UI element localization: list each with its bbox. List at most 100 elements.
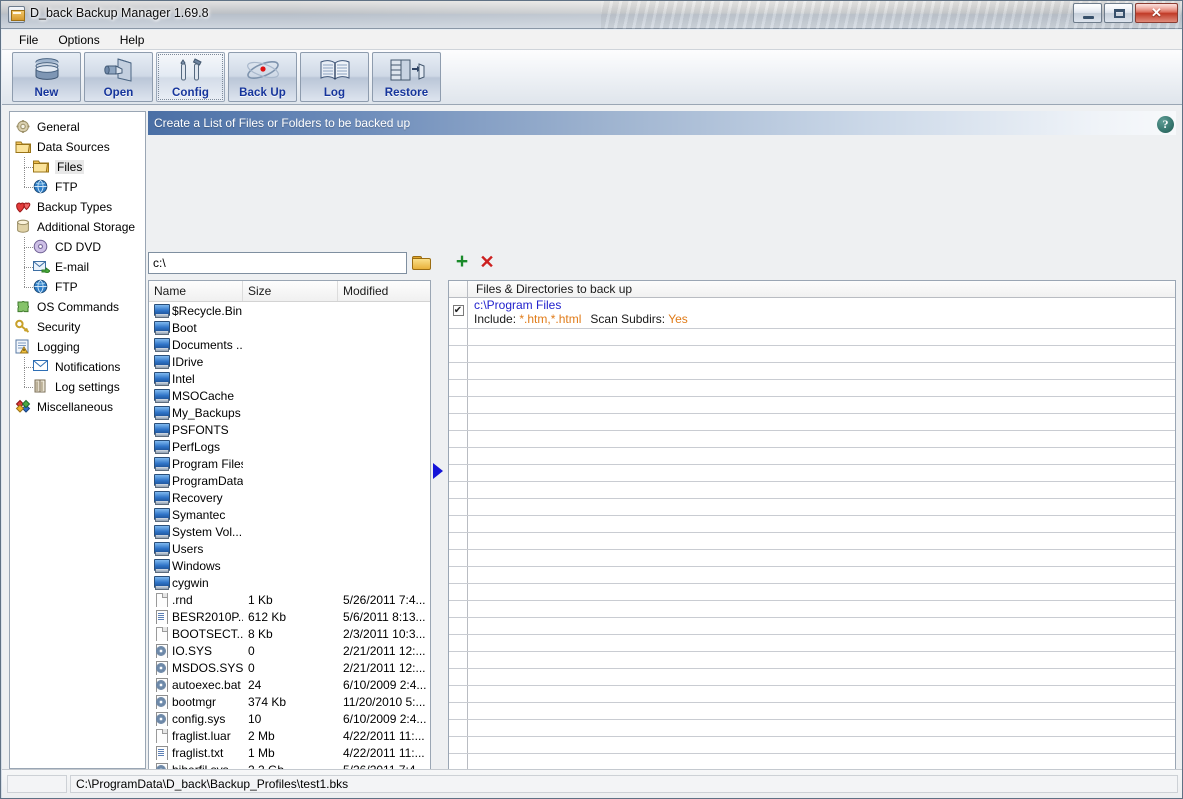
sidebar-label: FTP (55, 280, 78, 294)
file-row[interactable]: IO.SYS 0 2/21/2011 12:... (149, 642, 430, 659)
entry-checkbox[interactable]: ✔ (452, 305, 464, 316)
backup-empty-row[interactable] (449, 618, 1175, 635)
entry-checkbox-cell[interactable]: ✔ (449, 298, 468, 328)
backup-empty-row[interactable] (449, 431, 1175, 448)
path-input[interactable] (148, 252, 407, 274)
file-row[interactable]: MSOCache (149, 387, 430, 404)
toolbar-button-restore[interactable]: Restore (372, 52, 441, 102)
column-header-name[interactable]: Name (149, 281, 243, 301)
file-row[interactable]: Users (149, 540, 430, 557)
file-row[interactable]: fraglist.luar 2 Mb 4/22/2011 11:... (149, 727, 430, 744)
backup-empty-row[interactable] (449, 448, 1175, 465)
toolbar-button-config[interactable]: Config (156, 52, 225, 102)
backup-empty-row[interactable] (449, 601, 1175, 618)
close-button[interactable]: ✕ (1135, 3, 1178, 23)
backup-empty-row[interactable] (449, 414, 1175, 431)
backup-entry-row[interactable]: ✔ c:\Program Files Include: *.htm,*.html Sc… (449, 298, 1175, 329)
file-row[interactable]: Intel (149, 370, 430, 387)
transfer-right-button[interactable] (433, 463, 445, 479)
file-row[interactable]: Recovery (149, 489, 430, 506)
backup-empty-row[interactable] (449, 567, 1175, 584)
file-row[interactable]: MSDOS.SYS 0 2/21/2011 12:... (149, 659, 430, 676)
minimize-button[interactable] (1073, 3, 1102, 23)
sidebar-label: OS Commands (37, 300, 120, 314)
toolbar-button-backup[interactable]: Back Up (228, 52, 297, 102)
backup-items-grid[interactable]: Files & Directories to back up ✔ c:\Progr… (448, 280, 1176, 798)
file-row[interactable]: Boot (149, 319, 430, 336)
sidebar-item-miscellaneous[interactable]: Miscellaneous (10, 397, 145, 417)
backup-empty-row[interactable] (449, 584, 1175, 601)
file-name-cell: MSOCache (149, 389, 243, 403)
sidebar-item-security[interactable]: Security (10, 317, 145, 337)
file-row[interactable]: My_Backups (149, 404, 430, 421)
file-row[interactable]: BESR2010P... 612 Kb 5/6/2011 8:13... (149, 608, 430, 625)
file-row[interactable]: cygwin (149, 574, 430, 591)
backup-empty-row[interactable] (449, 737, 1175, 754)
backup-empty-row[interactable] (449, 465, 1175, 482)
backup-empty-row[interactable] (449, 380, 1175, 397)
maximize-button[interactable] (1104, 3, 1133, 23)
file-row[interactable]: IDrive (149, 353, 430, 370)
file-row[interactable]: System Vol... (149, 523, 430, 540)
add-button[interactable]: + (454, 251, 470, 272)
help-icon[interactable]: ? (1157, 116, 1174, 133)
file-row[interactable]: Windows (149, 557, 430, 574)
drive-folder-icon (154, 355, 170, 369)
sidebar-item-logging[interactable]: Logging (10, 337, 145, 357)
backup-empty-row[interactable] (449, 482, 1175, 499)
menu-item-options[interactable]: Options (49, 31, 108, 49)
column-header-modified[interactable]: Modified (338, 281, 430, 301)
backup-empty-row[interactable] (449, 397, 1175, 414)
column-header-size[interactable]: Size (243, 281, 338, 301)
backup-empty-row[interactable] (449, 499, 1175, 516)
sidebar-item-os-commands[interactable]: OS Commands (10, 297, 145, 317)
empty-checkbox-cell (449, 720, 468, 736)
file-row[interactable]: PSFONTS (149, 421, 430, 438)
backup-empty-row[interactable] (449, 516, 1175, 533)
toolbar-button-log[interactable]: Log (300, 52, 369, 102)
backup-empty-row[interactable] (449, 652, 1175, 669)
file-icon (154, 729, 168, 743)
toolbar-button-new[interactable]: New (12, 52, 81, 102)
empty-checkbox-cell (449, 363, 468, 379)
file-row[interactable]: Symantec (149, 506, 430, 523)
backup-empty-row[interactable] (449, 635, 1175, 652)
backup-grid-body: ✔ c:\Program Files Include: *.htm,*.html Sc… (449, 298, 1175, 798)
file-row[interactable]: config.sys 10 6/10/2009 2:4... (149, 710, 430, 727)
drum-storage-icon (15, 219, 32, 235)
backup-empty-row[interactable] (449, 669, 1175, 686)
file-browser-list[interactable]: Name Size Modified $Recycle.Bin Boot Docum… (148, 280, 431, 798)
tree-connector (24, 187, 33, 188)
file-row[interactable]: PerfLogs (149, 438, 430, 455)
backup-empty-row[interactable] (449, 363, 1175, 380)
file-row[interactable]: Documents ... (149, 336, 430, 353)
file-size-cell: 374 Kb (248, 694, 287, 709)
file-row[interactable]: ProgramData (149, 472, 430, 489)
globe-icon (33, 279, 50, 295)
menu-item-help[interactable]: Help (111, 31, 154, 49)
sidebar-item-general[interactable]: General (10, 117, 145, 137)
backup-empty-row[interactable] (449, 720, 1175, 737)
backup-empty-row[interactable] (449, 346, 1175, 363)
file-row[interactable]: Program Files (149, 455, 430, 472)
backup-empty-row[interactable] (449, 686, 1175, 703)
remove-button[interactable]: ✕ (479, 253, 495, 271)
sidebar-item-data-sources[interactable]: Data Sources (10, 137, 145, 157)
folder-open-icon[interactable] (412, 254, 431, 271)
backup-empty-row[interactable] (449, 703, 1175, 720)
file-row[interactable]: fraglist.txt 1 Mb 4/22/2011 11:... (149, 744, 430, 761)
sidebar-item-backup-types[interactable]: Backup Types (10, 197, 145, 217)
file-row[interactable]: BOOTSECT.... 8 Kb 2/3/2011 10:3... (149, 625, 430, 642)
backup-empty-row[interactable] (449, 550, 1175, 567)
file-row[interactable]: autoexec.bat 24 6/10/2009 2:4... (149, 676, 430, 693)
backup-empty-row[interactable] (449, 533, 1175, 550)
file-modified-cell: 5/26/2011 7:4... (343, 592, 426, 607)
backup-empty-row[interactable] (449, 329, 1175, 346)
menu-item-file[interactable]: File (10, 31, 47, 49)
diamonds-icon (15, 399, 32, 415)
sidebar-item-additional-storage[interactable]: Additional Storage (10, 217, 145, 237)
file-row[interactable]: bootmgr 374 Kb 11/20/2010 5:... (149, 693, 430, 710)
toolbar-button-open[interactable]: Open (84, 52, 153, 102)
file-row[interactable]: $Recycle.Bin (149, 302, 430, 319)
file-row[interactable]: .rnd 1 Kb 5/26/2011 7:4... (149, 591, 430, 608)
